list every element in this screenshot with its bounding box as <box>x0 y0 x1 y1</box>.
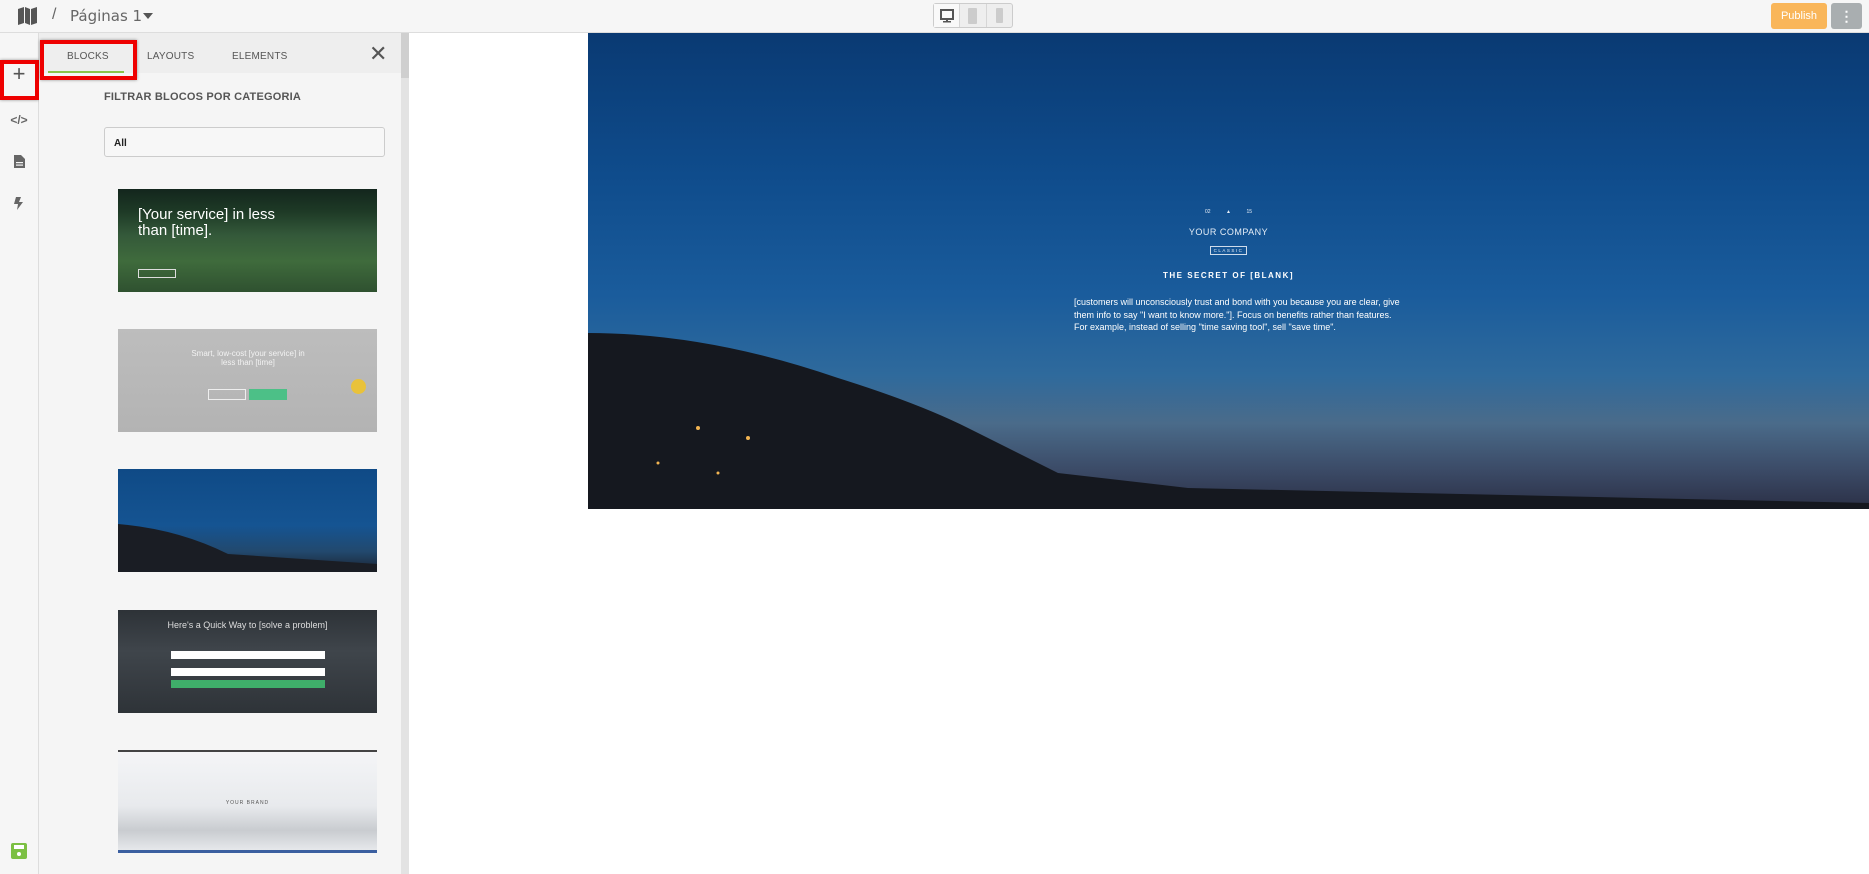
hero-text: [customers will unconsciously trust and … <box>1074 297 1400 332</box>
logo-name: YOUR COMPANY <box>1188 227 1269 237</box>
top-bar: / Páginas 1 Publish ⋮ <box>0 0 1869 33</box>
page-icon[interactable] <box>0 155 38 171</box>
cup-image <box>351 379 366 394</box>
mobile-view-button[interactable] <box>987 4 1012 27</box>
logo-sub-text: CLASSIC <box>1209 246 1248 255</box>
thumbnail-title: Here's a Quick Way to [solve a problem] <box>167 620 328 630</box>
thumbnail-button <box>138 269 176 278</box>
highlight-add-button <box>0 60 39 100</box>
logo-sub: CLASSIC <box>588 239 1869 257</box>
hill-silhouette <box>118 524 377 572</box>
sidebar-rail: + </> <box>0 33 39 874</box>
block-thumbnail[interactable]: Smart, low-cost [your service] in less t… <box>118 329 377 432</box>
filter-label: FILTRAR BLOCOS POR CATEGORIA <box>104 91 302 103</box>
thumbnail-title: Smart, low-cost [your service] in less t… <box>191 349 305 367</box>
tab-elements[interactable]: ELEMENTS <box>232 51 288 62</box>
block-thumbnail[interactable]: YOUR BRAND <box>118 750 377 853</box>
logo-numbers: 02 ▲ 15 <box>588 209 1869 215</box>
close-icon[interactable]: ✕ <box>369 41 387 67</box>
desktop-icon <box>939 8 954 22</box>
thumbnail-title: [Your service] in less than [time]. <box>138 206 276 239</box>
publish-button[interactable]: Publish <box>1771 3 1827 29</box>
desktop-view-button[interactable] <box>934 4 961 27</box>
category-select[interactable]: All <box>104 127 385 157</box>
logo-right-number: 15 <box>1246 209 1253 215</box>
scrollbar-thumb[interactable] <box>401 33 409 78</box>
map-icon[interactable] <box>18 7 37 25</box>
tablet-view-button[interactable] <box>960 4 987 27</box>
thumbnail-button <box>171 680 325 688</box>
thumbnail-input <box>171 668 325 676</box>
thumbnail-input <box>171 651 325 659</box>
block-thumbnail[interactable] <box>118 469 377 572</box>
bolt-icon[interactable] <box>0 197 38 213</box>
breadcrumb-separator: / <box>52 6 57 23</box>
tab-layouts[interactable]: LAYOUTS <box>147 51 194 62</box>
mobile-icon <box>995 8 1003 23</box>
more-options-button[interactable]: ⋮ <box>1831 3 1862 29</box>
block-thumbnail[interactable]: Here's a Quick Way to [solve a problem] <box>118 610 377 713</box>
thumbnail-button <box>208 389 246 400</box>
caret-down-icon[interactable] <box>143 13 153 19</box>
thumbnail-button <box>249 389 287 400</box>
block-thumbnail[interactable]: [Your service] in less than [time]. <box>118 189 377 292</box>
thumbnail-title: YOUR BRAND <box>225 800 270 806</box>
code-icon[interactable]: </> <box>0 113 38 127</box>
tablet-icon <box>968 7 978 24</box>
tree-icon: ▲ <box>1226 209 1231 215</box>
page-selector[interactable]: Páginas 1 <box>70 7 142 25</box>
blocks-panel: BLOCKS LAYOUTS ELEMENTS ✕ FILTRAR BLOCOS… <box>39 33 401 874</box>
panel-scrollbar[interactable] <box>401 33 409 874</box>
save-icon[interactable] <box>0 843 38 862</box>
hero-title: THE SECRET OF [BLANK] <box>1162 271 1295 280</box>
hero-block[interactable]: 02 ▲ 15 YOUR COMPANY CLASSIC THE SECRET OF… <box>588 33 1869 509</box>
device-toggle <box>933 3 1013 28</box>
highlight-blocks-tab <box>40 40 137 80</box>
